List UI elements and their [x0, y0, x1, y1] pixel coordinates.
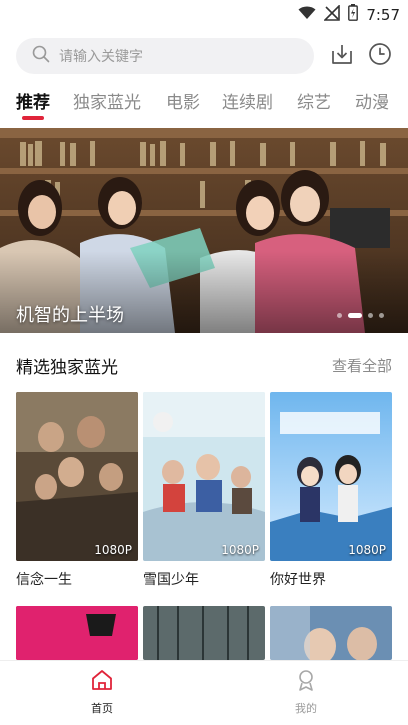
- poster-image: [16, 606, 138, 660]
- search-icon: [32, 45, 50, 67]
- signal-off-icon: [323, 3, 341, 25]
- section-title: 精选独家蓝光: [16, 358, 118, 378]
- poster-row: 1080P 信念一生 1080P 雪国少年 1080P 你好世界: [16, 392, 392, 592]
- tab-series[interactable]: 连续剧: [222, 88, 273, 113]
- status-bar: 7:57: [0, 0, 408, 30]
- poster-row: [16, 606, 392, 660]
- poster-title: 信念一生: [16, 572, 72, 588]
- poster-card[interactable]: 1080P 雪国少年: [143, 392, 265, 589]
- poster-title: 你好世界: [270, 572, 326, 588]
- banner-dot[interactable]: [337, 313, 342, 318]
- banner-dot-active[interactable]: [348, 313, 362, 318]
- search-row: 请输入关键字: [16, 38, 396, 74]
- nav-profile-label: 我的: [295, 702, 317, 715]
- poster-card[interactable]: [143, 606, 265, 660]
- poster-card[interactable]: 1080P 你好世界: [270, 392, 392, 589]
- active-tab-indicator: [22, 116, 44, 120]
- hero-banner[interactable]: 机智的上半场: [0, 128, 408, 333]
- poster-image: 1080P: [270, 392, 392, 561]
- poster-image: [270, 606, 392, 660]
- quality-badge: 1080P: [94, 543, 132, 557]
- poster-image: 1080P: [143, 392, 265, 561]
- tab-variety[interactable]: 综艺: [297, 88, 331, 113]
- poster-image: 1080P: [16, 392, 138, 561]
- see-all-link[interactable]: 查看全部: [332, 355, 392, 376]
- search-input[interactable]: 请输入关键字: [16, 38, 314, 74]
- home-icon: [91, 669, 113, 695]
- profile-icon: [295, 669, 317, 695]
- banner-dot[interactable]: [379, 313, 384, 318]
- tab-anime[interactable]: 动漫: [355, 88, 389, 113]
- banner-title: 机智的上半场: [16, 305, 124, 326]
- tab-recommend[interactable]: 推荐: [16, 88, 50, 113]
- download-button[interactable]: [328, 42, 356, 70]
- bottom-navigation: 首页 我的: [0, 660, 408, 725]
- wifi-icon: [298, 5, 316, 24]
- poster-image: [143, 606, 265, 660]
- quality-badge: 1080P: [221, 543, 259, 557]
- banner-dot[interactable]: [368, 313, 373, 318]
- tab-exclusive-bluray[interactable]: 独家蓝光: [73, 88, 141, 113]
- nav-home-label: 首页: [91, 702, 113, 715]
- history-icon: [368, 42, 392, 70]
- nav-profile[interactable]: 我的: [276, 669, 336, 716]
- poster-card[interactable]: [16, 606, 138, 660]
- poster-title: 雪国少年: [143, 572, 199, 588]
- nav-home[interactable]: 首页: [72, 669, 132, 716]
- quality-badge: 1080P: [348, 543, 386, 557]
- search-placeholder: 请输入关键字: [59, 49, 143, 65]
- tab-movies[interactable]: 电影: [166, 88, 200, 113]
- category-tabs: 推荐 独家蓝光 电影 连续剧 综艺 动漫: [0, 88, 408, 122]
- status-time: 7:57: [366, 5, 400, 24]
- banner-pagination: [337, 313, 384, 318]
- poster-card[interactable]: 1080P 信念一生: [16, 392, 138, 589]
- history-button[interactable]: [366, 42, 394, 70]
- status-icons: 7:57: [298, 3, 400, 25]
- battery-icon: [348, 4, 359, 25]
- download-icon: [330, 42, 354, 70]
- poster-card[interactable]: [270, 606, 392, 660]
